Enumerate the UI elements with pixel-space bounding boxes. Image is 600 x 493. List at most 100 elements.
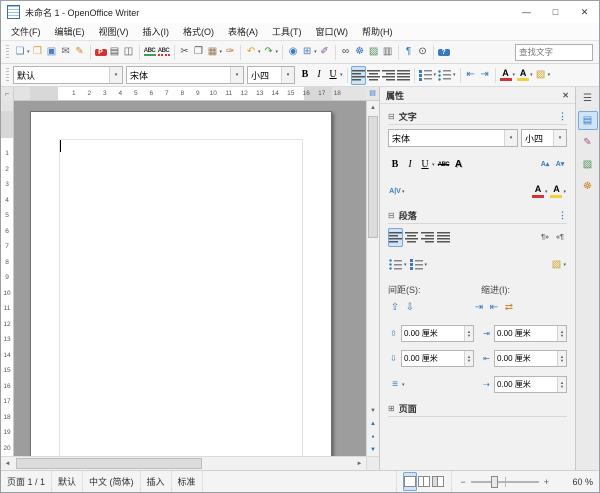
redo-button[interactable]: ↷▾ xyxy=(262,43,280,62)
page-style-status[interactable]: 默认 xyxy=(52,471,83,492)
autospellcheck-button[interactable]: ABC xyxy=(157,43,171,62)
data-sources-button[interactable]: ▥ xyxy=(381,43,395,62)
find-replace-button[interactable]: ∞ xyxy=(339,43,353,62)
sidebar-increase-indent-button[interactable]: ⇥ xyxy=(472,298,486,317)
sidebar-font-size-dropdown-arrow[interactable]: ▾ xyxy=(553,130,566,146)
spacing-above-field[interactable]: 0.00 厘米 ▲▼ xyxy=(401,325,474,342)
sidebar-highlighting-dropdown-arrow[interactable]: ▾ xyxy=(563,189,566,195)
document-as-email-button[interactable]: ✉ xyxy=(59,43,73,62)
char-underline-dropdown-arrow[interactable]: ▾ xyxy=(432,162,435,168)
italic-button[interactable]: I xyxy=(312,66,326,85)
font-size-combo[interactable]: 小四 ▾ xyxy=(247,66,295,84)
view-two-pages-button[interactable] xyxy=(417,472,431,491)
cut-button[interactable]: ✂ xyxy=(178,43,192,62)
align-justify-button[interactable] xyxy=(396,66,411,85)
sidebar-bullet-list-button[interactable]: ▾ xyxy=(388,255,408,274)
paste-button[interactable]: ▦▾ xyxy=(206,43,224,62)
navigator-button[interactable]: ☸ xyxy=(353,43,367,62)
character-spacing-dropdown-arrow[interactable]: ▾ xyxy=(402,189,405,195)
indent-before-spinner[interactable]: ▲▼ xyxy=(557,326,566,341)
para-align-left-button[interactable] xyxy=(388,228,403,247)
sidebar-font-name-combo[interactable]: 宋体 ▾ xyxy=(388,129,518,147)
indent-firstline-field[interactable]: 0.00 厘米 ▲▼ xyxy=(494,376,567,393)
background-color-dropdown-arrow[interactable]: ▾ xyxy=(548,72,551,78)
align-right-button[interactable] xyxy=(381,66,396,85)
tab-navigator-button[interactable]: ☸ xyxy=(578,177,598,196)
selection-mode-status[interactable]: 标准 xyxy=(172,471,203,492)
draw-functions-button[interactable]: ✐ xyxy=(318,43,332,62)
sidebar-highlighting-button[interactable]: A▾ xyxy=(549,182,567,201)
spacing-below-field[interactable]: 0.00 厘米 ▲▼ xyxy=(401,350,474,367)
spellcheck-button[interactable]: ABC xyxy=(143,43,157,62)
bullet-list-dropdown-arrow[interactable]: ▾ xyxy=(453,72,456,78)
document-page[interactable] xyxy=(30,111,332,456)
para-align-justify-button[interactable] xyxy=(436,228,451,247)
numbered-list-button[interactable]: ▾ xyxy=(418,66,438,85)
zoom-in-button[interactable]: + xyxy=(542,477,551,487)
next-page-button[interactable]: ▼ xyxy=(367,443,379,456)
character-section-expander[interactable]: ⊟ xyxy=(388,112,395,121)
previous-page-button[interactable]: ▲ xyxy=(367,417,379,430)
paragraph-style-combo[interactable]: 默认 ▾ xyxy=(13,66,123,84)
sidebar-font-name-dropdown-arrow[interactable]: ▾ xyxy=(504,130,517,146)
sidebar-decrease-indent-button[interactable]: ⇤ xyxy=(487,298,501,317)
format-paintbrush-button[interactable]: ✑ xyxy=(223,43,237,62)
copy-button[interactable]: ❐ xyxy=(192,43,206,62)
save-button[interactable]: ▣ xyxy=(45,43,59,62)
tab-gallery-button[interactable]: ▨ xyxy=(578,155,598,174)
text-direction-ltr-button[interactable]: ¶» xyxy=(538,228,552,247)
gallery-button[interactable]: ▨ xyxy=(367,43,381,62)
char-italic-button[interactable]: I xyxy=(403,155,417,174)
paragraph-section-expander[interactable]: ⊟ xyxy=(388,211,395,220)
vertical-ruler[interactable]: 1234567891011121314151617181920 xyxy=(1,101,14,456)
table-button[interactable]: ⊞▾ xyxy=(300,43,318,62)
para-align-right-button[interactable] xyxy=(420,228,435,247)
font-name-combo[interactable]: 宋体 ▾ xyxy=(126,66,244,84)
char-strikethrough-button[interactable]: ABC xyxy=(437,155,451,174)
menu-item[interactable]: 窗口(W) xyxy=(309,25,356,38)
help-button[interactable]: ? xyxy=(437,43,451,62)
bullet-list-button[interactable]: ▾ xyxy=(437,66,457,85)
undo-dropdown-arrow[interactable]: ▾ xyxy=(258,49,261,55)
spacing-below-spinner[interactable]: ▲▼ xyxy=(464,351,473,366)
scroll-left-button[interactable]: ◄ xyxy=(1,457,14,470)
para-align-center-button[interactable] xyxy=(404,228,419,247)
font-color-button[interactable]: A▾ xyxy=(499,66,517,85)
font-color-dropdown-arrow[interactable]: ▾ xyxy=(513,72,516,78)
horizontal-scroll-track[interactable] xyxy=(14,457,353,470)
highlighting-dropdown-arrow[interactable]: ▾ xyxy=(530,72,533,78)
page-preview-button[interactable]: ◫ xyxy=(122,43,136,62)
paragraph-more-options-button[interactable]: ⋮ xyxy=(558,210,567,221)
export-pdf-button[interactable]: P xyxy=(94,43,108,62)
align-center-button[interactable] xyxy=(366,66,381,85)
menu-item[interactable]: 视图(V) xyxy=(92,25,136,38)
minimize-button[interactable]: — xyxy=(512,1,541,23)
view-single-page-button[interactable] xyxy=(403,472,417,491)
zoom-out-button[interactable]: − xyxy=(458,477,467,487)
menu-item[interactable]: 文件(F) xyxy=(4,25,48,38)
font-name-dropdown-arrow[interactable]: ▾ xyxy=(230,67,243,83)
paragraph-background-color-button[interactable]: ▧▾ xyxy=(549,255,567,274)
line-spacing-dropdown-arrow[interactable]: ▾ xyxy=(402,382,405,388)
sidebar-font-color-button[interactable]: A▾ xyxy=(531,182,549,201)
font-size-dropdown-arrow[interactable]: ▾ xyxy=(281,67,294,83)
decrease-font-size-button[interactable]: A▾ xyxy=(553,155,567,174)
print-button[interactable]: ▤ xyxy=(108,43,122,62)
sidebar-numbered-list-button[interactable]: ▾ xyxy=(409,255,429,274)
increase-indent-button[interactable]: ⇥ xyxy=(478,66,492,85)
navigation-button[interactable]: ● xyxy=(367,430,379,443)
find-text-input[interactable] xyxy=(515,44,593,61)
toolbar-grip[interactable] xyxy=(6,45,9,60)
close-button[interactable]: ✕ xyxy=(570,1,599,23)
vertical-scroll-thumb[interactable] xyxy=(368,116,378,238)
zoom-slider-thumb[interactable] xyxy=(491,476,498,488)
decrease-indent-button[interactable]: ⇤ xyxy=(464,66,478,85)
tab-properties-button[interactable]: ▤ xyxy=(578,111,598,130)
menu-item[interactable]: 表格(A) xyxy=(221,25,265,38)
toolbar-grip[interactable] xyxy=(6,68,9,83)
numbered-list-dropdown-arrow[interactable]: ▾ xyxy=(434,72,437,78)
char-underline-button[interactable]: U▾ xyxy=(418,155,436,174)
new-document-dropdown-arrow[interactable]: ▾ xyxy=(27,49,30,55)
switch-indent-button[interactable]: ⇄ xyxy=(502,298,516,317)
nonprinting-characters-button[interactable]: ¶ xyxy=(402,43,416,62)
